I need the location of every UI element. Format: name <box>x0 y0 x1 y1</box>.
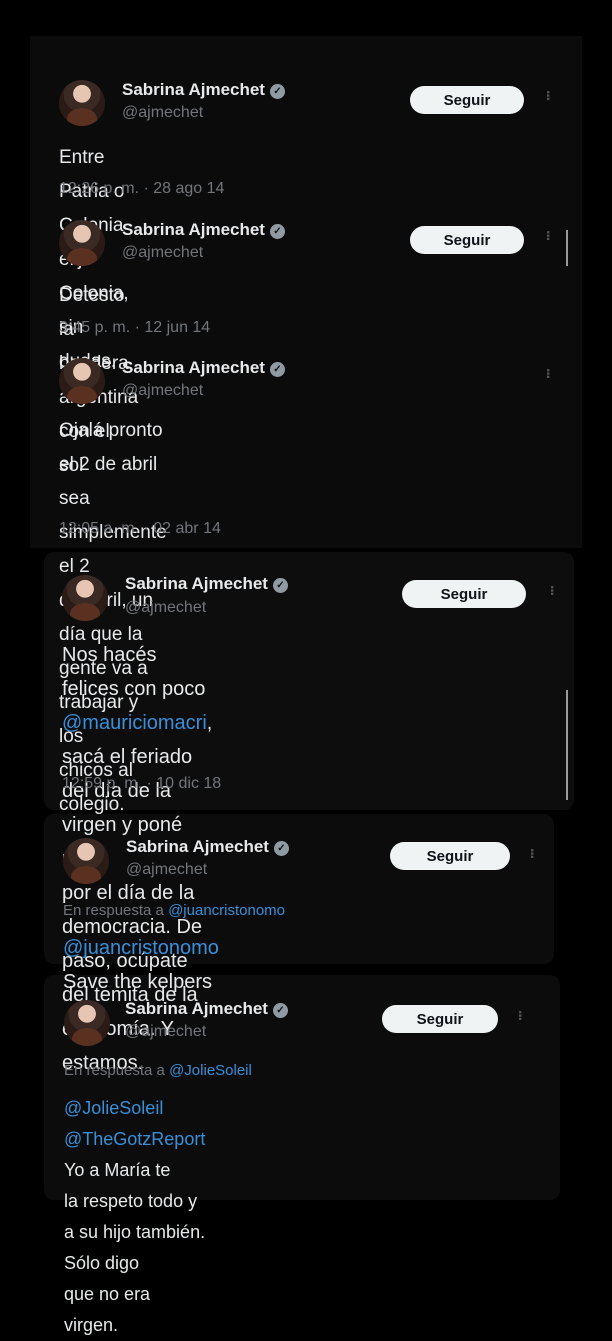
scrollbar[interactable] <box>566 230 568 266</box>
tweet-timestamp[interactable]: 12:05 a. m. · 02 abr 14 <box>59 520 221 538</box>
avatar[interactable] <box>59 80 105 126</box>
avatar[interactable] <box>64 1000 110 1046</box>
mention-link[interactable]: @TheGotzReport <box>64 1129 205 1149</box>
tweet-timestamp[interactable]: 12:26 p. m. · 28 ago 14 <box>59 180 224 198</box>
reply-context: En respuesta a @JolieSoleil <box>64 1062 252 1079</box>
avatar[interactable] <box>62 575 108 621</box>
tweet-text-line: Ojalá pronto el 2 de abril sea simplemen… <box>59 420 167 577</box>
verified-badge-icon: ✓ <box>269 362 285 377</box>
follow-button[interactable]: Seguir <box>410 86 524 114</box>
follow-button[interactable]: Seguir <box>390 842 510 870</box>
reply-to-link[interactable]: @juancristonomo <box>168 902 285 919</box>
avatar[interactable] <box>59 220 105 266</box>
author-handle[interactable]: @ajmechet <box>126 861 207 879</box>
verified-badge-icon: ✓ <box>273 841 289 856</box>
more-options-icon[interactable]: ··· <box>538 368 556 378</box>
verified-badge-icon: ✓ <box>272 1003 288 1018</box>
author-name[interactable]: Sabrina Ajmechet ✓ <box>125 999 288 1019</box>
author-name[interactable]: Sabrina Ajmechet ✓ <box>122 358 285 378</box>
tweet-text-segment: , <box>206 712 213 734</box>
scrollbar[interactable] <box>566 690 568 800</box>
more-options-icon[interactable]: ··· <box>510 1010 528 1020</box>
reply-to-link[interactable]: @JolieSoleil <box>169 1062 252 1079</box>
author-handle[interactable]: @ajmechet <box>122 244 203 262</box>
tweet-text: @juancristonomo Save the kelpers <box>63 931 219 999</box>
author-name[interactable]: Sabrina Ajmechet ✓ <box>122 80 285 100</box>
avatar[interactable] <box>59 358 105 404</box>
verified-badge-icon: ✓ <box>269 84 285 99</box>
verified-badge-icon: ✓ <box>269 224 285 239</box>
author-handle[interactable]: @ajmechet <box>122 104 203 122</box>
more-options-icon[interactable]: ··· <box>538 90 556 100</box>
tweet-text-segment: Yo a María te <box>64 1160 171 1180</box>
tweet-timestamp[interactable]: 3:45 p. m. · 12 jun 14 <box>59 319 210 337</box>
avatar[interactable] <box>63 838 109 884</box>
more-options-icon[interactable]: ··· <box>542 585 560 595</box>
follow-button[interactable]: Seguir <box>402 580 526 608</box>
more-options-icon[interactable]: ··· <box>538 230 556 240</box>
tweet-text-line: que no era virgen. <box>64 1284 151 1335</box>
mention-link[interactable]: @JolieSoleil <box>64 1098 163 1118</box>
author-handle[interactable]: @ajmechet <box>122 382 203 400</box>
follow-button[interactable]: Seguir <box>410 226 524 254</box>
author-handle[interactable]: @ajmechet <box>125 599 206 617</box>
author-handle[interactable]: @ajmechet <box>125 1023 206 1041</box>
mention-link[interactable]: @mauriciomacri <box>62 712 207 734</box>
reply-context: En respuesta a @juancristonomo <box>63 902 286 919</box>
tweet-text-segment: Nos hacés felices con poco <box>62 644 206 700</box>
follow-button[interactable]: Seguir <box>382 1005 498 1033</box>
verified-badge-icon: ✓ <box>272 578 288 593</box>
author-name[interactable]: Sabrina Ajmechet ✓ <box>125 574 288 594</box>
mention-link[interactable]: @juancristonomo <box>63 937 219 959</box>
author-name[interactable]: Sabrina Ajmechet ✓ <box>126 837 289 857</box>
author-name[interactable]: Sabrina Ajmechet ✓ <box>122 220 285 240</box>
tweet-text-segment: Save the kelpers <box>63 971 212 993</box>
more-options-icon[interactable]: ··· <box>522 848 540 858</box>
tweet-text: @JolieSoleil @TheGotzReport Yo a María t… <box>64 1093 205 1341</box>
tweet-timestamp[interactable]: 12:59 p. m. · 10 dic 18 <box>62 775 221 793</box>
